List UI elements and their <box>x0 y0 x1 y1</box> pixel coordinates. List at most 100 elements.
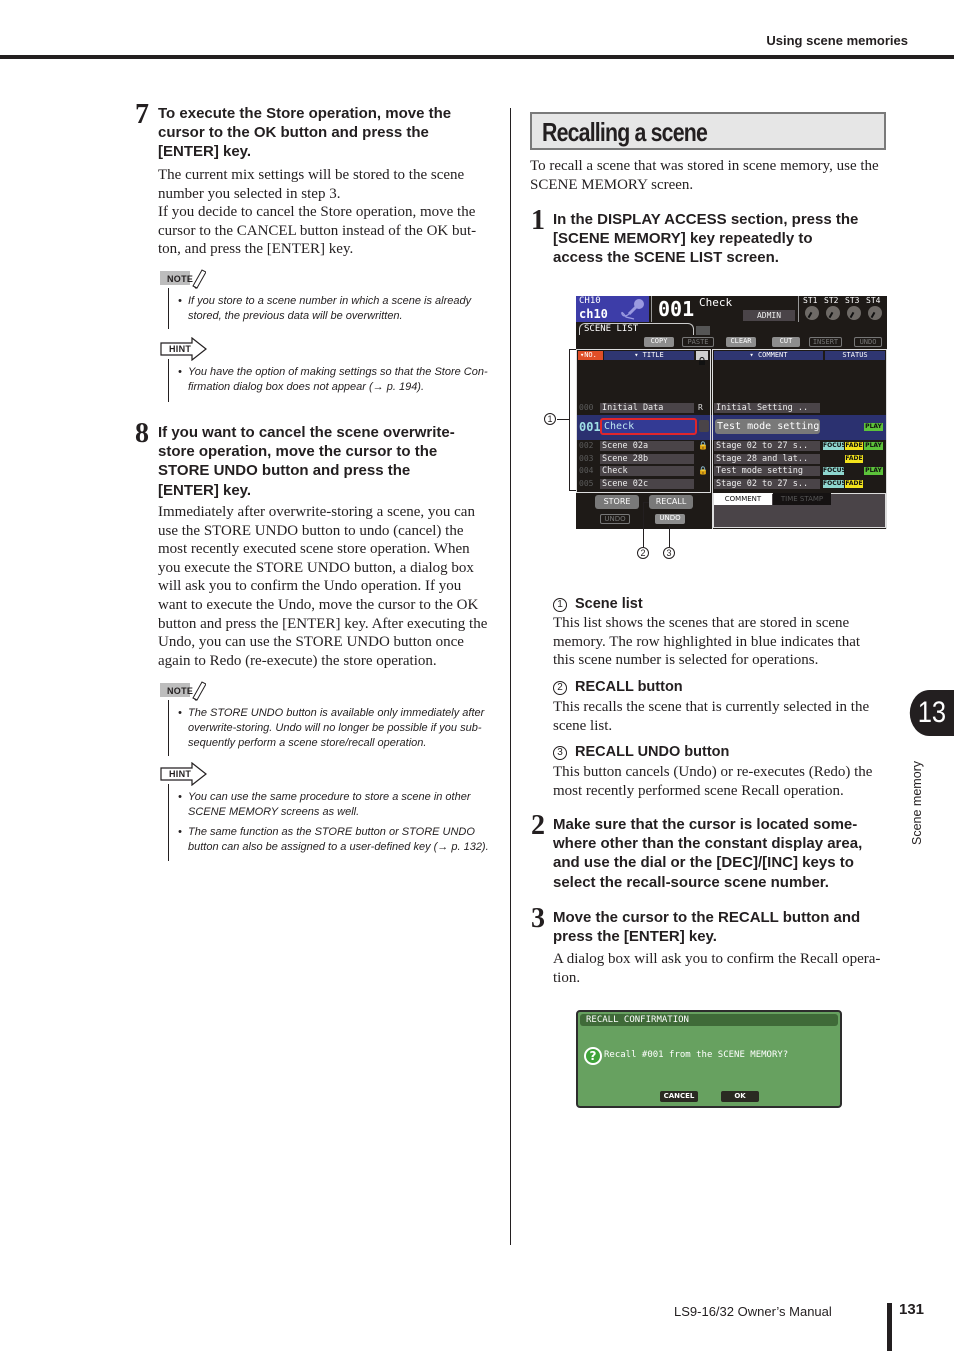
microphone-icon <box>621 299 644 320</box>
cancel-button[interactable]: CANCEL <box>660 1091 698 1102</box>
scene-row[interactable]: 002 Scene 02a 🔒 Stage 02 to 27 s.. FOCUS… <box>576 440 887 452</box>
st-label: ST2 <box>824 296 839 305</box>
channel-name: ch10 <box>579 307 608 321</box>
step-title-line: [ENTER] key. <box>158 143 252 161</box>
callout-2: 2 <box>637 547 649 559</box>
hint-tag: HINT <box>160 336 208 362</box>
step-title: Make sure that the cursor is located som… <box>553 816 863 891</box>
note-rule <box>168 700 169 756</box>
section-heading: Recalling a scene <box>530 112 886 150</box>
note-label: NOTE <box>167 274 194 284</box>
step-number: 2 <box>531 810 545 841</box>
lock-toggle[interactable] <box>699 420 709 432</box>
tab-scene-list[interactable]: SCENE LIST <box>579 323 694 335</box>
note-box: NOTE • If you store to a scene number in… <box>160 268 500 330</box>
scene-row[interactable]: 003 Scene 28b Stage 28 and lat.. FADE <box>576 453 887 465</box>
focus-badge: FOCUS <box>823 467 846 475</box>
step-title-line: To execute the Store operation, move the <box>158 105 452 122</box>
copy-button[interactable]: COPY <box>644 337 674 347</box>
body-line: number you selected in step 3. <box>158 185 341 202</box>
hint-label: HINT <box>169 344 192 354</box>
dialog-title: RECALL CONFIRMATION <box>580 1014 838 1026</box>
hint-rule <box>168 359 169 402</box>
question-icon: ? <box>584 1047 602 1065</box>
step-title: In the DISPLAY ACCESS section, press the… <box>553 211 859 267</box>
insert-button[interactable]: INSERT <box>809 337 842 347</box>
page-number: 131 <box>899 1301 925 1318</box>
scene-list-screen: CH10 ch10 001 Check ADMIN ST1 ST2 ST3 ST… <box>576 296 887 529</box>
recall-confirmation-dialog: RECALL CONFIRMATION ? Recall #001 from t… <box>576 1010 842 1108</box>
scene-row[interactable]: 005 Scene 02c Stage 02 to 27 s.. FOCUS F… <box>576 478 887 490</box>
st3-knob[interactable] <box>847 306 861 320</box>
body-line: ton, and press the [ENTER] key. <box>158 241 354 258</box>
store-undo-button[interactable]: UNDO <box>600 514 630 524</box>
play-badge: PLAY <box>864 423 883 431</box>
cut-button[interactable]: CUT <box>772 337 800 347</box>
header-rule <box>0 55 954 59</box>
st-label: ST3 <box>845 296 860 305</box>
tab-time-stamp[interactable]: TIME STAMP <box>773 493 831 505</box>
hint-tag: HINT <box>160 761 208 787</box>
chapter-label: Scene memory <box>910 760 924 845</box>
item-scene-list-heading: 1 Scene list <box>553 596 643 612</box>
st-label: ST4 <box>866 296 881 305</box>
clear-button[interactable]: CLEAR <box>726 337 756 347</box>
recall-button[interactable]: RECALL <box>649 495 693 509</box>
callout-1: 1 <box>544 413 556 425</box>
step-number: 1 <box>531 205 545 236</box>
step-body: A dialog box will ask you to confirm the… <box>553 951 881 986</box>
scene-row[interactable]: 000 Initial Data R Initial Setting .. <box>576 402 887 414</box>
st2-knob[interactable] <box>826 306 840 320</box>
fade-badge: FADE <box>845 442 863 450</box>
read-only-mark: R <box>698 403 703 412</box>
fade-badge: FADE <box>845 455 863 463</box>
note-label: NOTE <box>167 686 194 696</box>
running-header: Using scene memories <box>766 33 908 48</box>
hint-box: HINT • You have the option of making set… <box>160 336 500 402</box>
ok-button[interactable]: OK <box>721 1091 759 1102</box>
step-number: 7 <box>135 99 149 130</box>
hint-rule <box>168 784 169 861</box>
selected-scene-number[interactable]: 001 <box>579 420 601 434</box>
selected-scene-comment[interactable]: Test mode setting <box>715 419 820 434</box>
selected-scene-title[interactable]: Check <box>600 418 697 435</box>
st4-knob[interactable] <box>868 306 882 320</box>
lock-icon: 🔒 <box>698 466 708 475</box>
callout-3: 3 <box>663 547 675 559</box>
scene-row[interactable]: 004 Check 🔒 Test mode setting FOCUS PLAY <box>576 465 887 477</box>
st1-knob[interactable] <box>805 306 819 320</box>
step-number: 8 <box>135 418 149 449</box>
tab-other[interactable] <box>696 326 710 335</box>
note-rule <box>168 288 169 329</box>
note-tag: NOTE <box>160 268 207 289</box>
lock-icon: 🔒 <box>698 441 708 450</box>
recall-undo-button[interactable]: UNDO <box>655 514 685 524</box>
footer-manual-title: LS9-16/32 Owner’s Manual <box>674 1304 832 1319</box>
step-body: Immediately after overwrite-storing a sc… <box>158 504 488 669</box>
user-indicator: ADMIN <box>743 310 795 321</box>
item-scene-list-body: This list shows the scenes that are stor… <box>553 615 861 669</box>
step-title-line: cursor to the OK button and press the <box>158 124 429 142</box>
current-scene-title: Check <box>699 296 733 309</box>
focus-badge: FOCUS <box>823 480 846 488</box>
section-title: Recalling a scene <box>542 117 708 147</box>
item-recall-undo-heading: 3 RECALL UNDO button <box>553 744 729 760</box>
dialog-message: Recall #001 from the SCENE MEMORY? <box>604 1050 789 1060</box>
tab-comment[interactable]: COMMENT <box>714 493 772 505</box>
hint-box: HINT • You can use the same procedure to… <box>160 761 500 862</box>
note-tag: NOTE <box>160 680 207 701</box>
note-box: NOTE • The STORE UNDO button is availabl… <box>160 680 500 756</box>
play-badge: PLAY <box>864 442 883 450</box>
item-recall-heading: 2 RECALL button <box>553 679 683 695</box>
item-recall-undo-body: This button cancels (Undo) or re-execute… <box>553 764 873 799</box>
step-number: 3 <box>531 903 545 934</box>
fade-badge: FADE <box>845 480 863 488</box>
channel-indicator[interactable]: CH10 ch10 <box>576 296 649 322</box>
step-title: To execute the Store operation, move the… <box>158 104 451 162</box>
focus-badge: FOCUS <box>823 442 846 450</box>
paste-button[interactable]: PASTE <box>682 337 714 347</box>
store-button[interactable]: STORE <box>595 495 639 509</box>
undo-button[interactable]: UNDO <box>854 337 882 347</box>
hint-label: HINT <box>169 769 192 779</box>
body-line: cursor to the CANCEL button instead of t… <box>158 222 477 239</box>
